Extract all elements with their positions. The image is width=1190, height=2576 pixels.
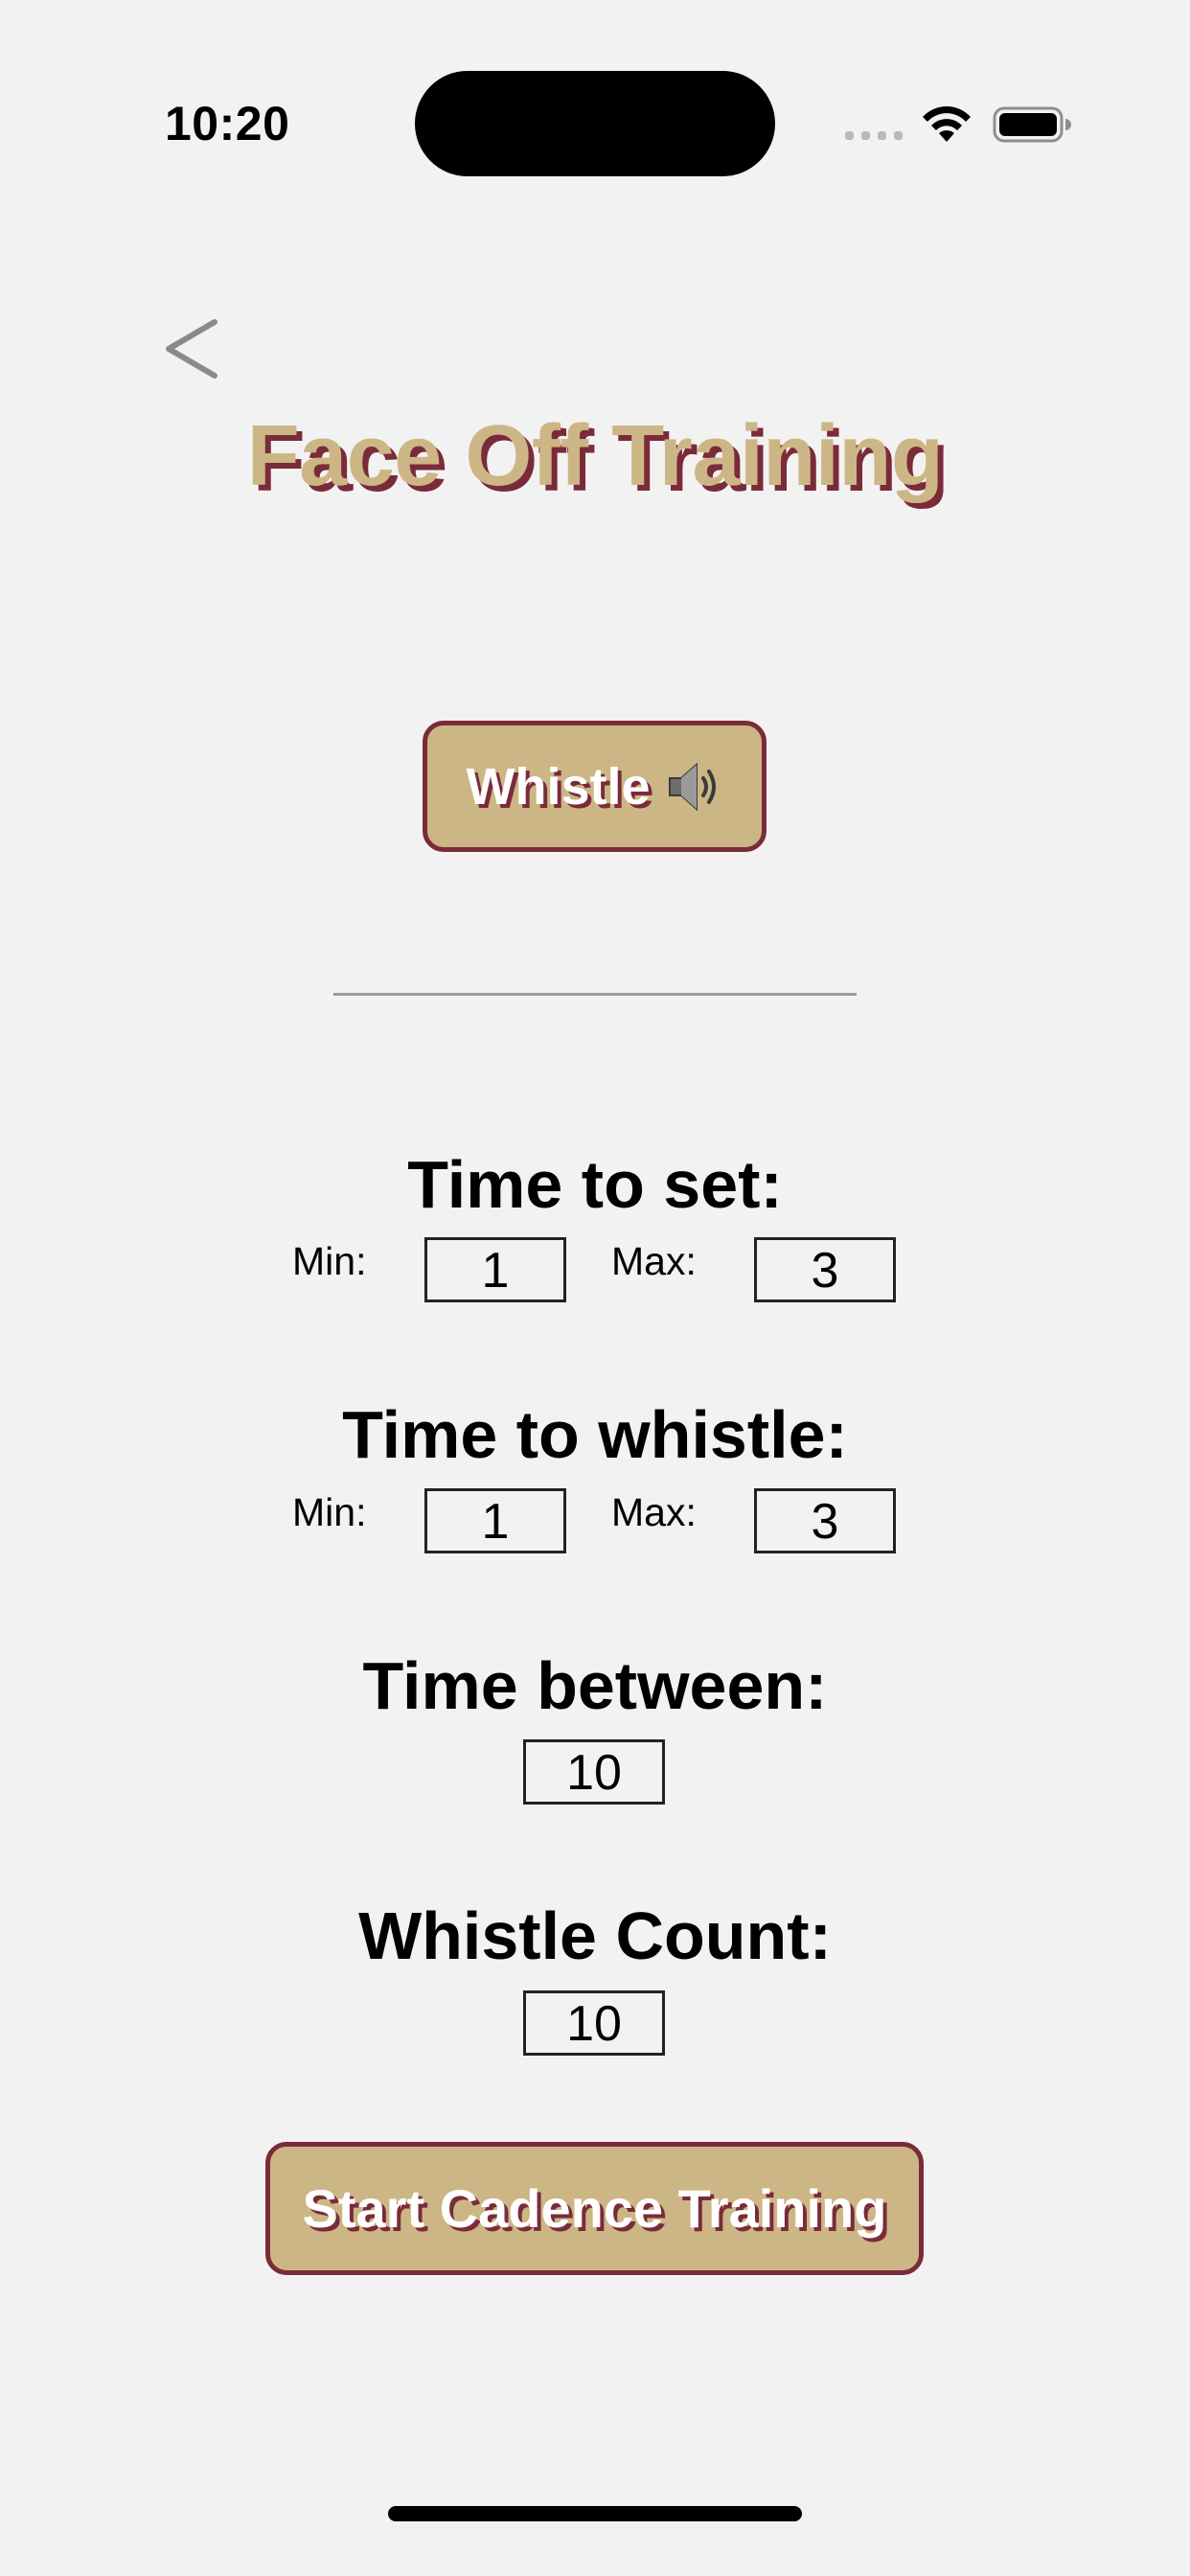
whistle-count-title: Whistle Count:: [358, 1898, 832, 1973]
back-button[interactable]: [161, 309, 228, 389]
time-to-set-min-input[interactable]: 1: [424, 1237, 566, 1302]
start-cadence-training-button[interactable]: Start Cadence Training: [265, 2142, 924, 2275]
time-to-set-title: Time to set:: [407, 1147, 783, 1222]
time-between-input[interactable]: 10: [523, 1739, 665, 1805]
divider: [333, 993, 857, 996]
whistle-count-input[interactable]: 10: [523, 1990, 665, 2056]
battery-icon: [993, 106, 1071, 143]
time-to-set-min-label: Min:: [292, 1239, 367, 1283]
whistle-button[interactable]: Whistle: [423, 721, 767, 852]
time-to-set-max-input[interactable]: 3: [754, 1237, 896, 1302]
cellular-signal-icon: [845, 131, 903, 140]
page-title: Face Off Training: [246, 408, 944, 504]
speaker-icon: [668, 762, 716, 811]
time-to-whistle-min-label: Min:: [292, 1490, 367, 1534]
dynamic-island: [415, 71, 775, 176]
start-button-label: Start Cadence Training: [302, 2178, 887, 2239]
time-to-whistle-max-label: Max:: [611, 1490, 697, 1534]
wifi-icon: [923, 106, 971, 142]
status-time: 10:20: [165, 97, 290, 150]
whistle-button-label: Whistle: [466, 757, 651, 816]
time-to-whistle-min-input[interactable]: 1: [424, 1488, 566, 1553]
time-to-set-max-label: Max:: [611, 1239, 697, 1283]
time-to-whistle-title: Time to whistle:: [342, 1397, 848, 1472]
time-between-title: Time between:: [362, 1648, 828, 1723]
time-to-whistle-max-input[interactable]: 3: [754, 1488, 896, 1553]
home-indicator[interactable]: [388, 2506, 802, 2521]
